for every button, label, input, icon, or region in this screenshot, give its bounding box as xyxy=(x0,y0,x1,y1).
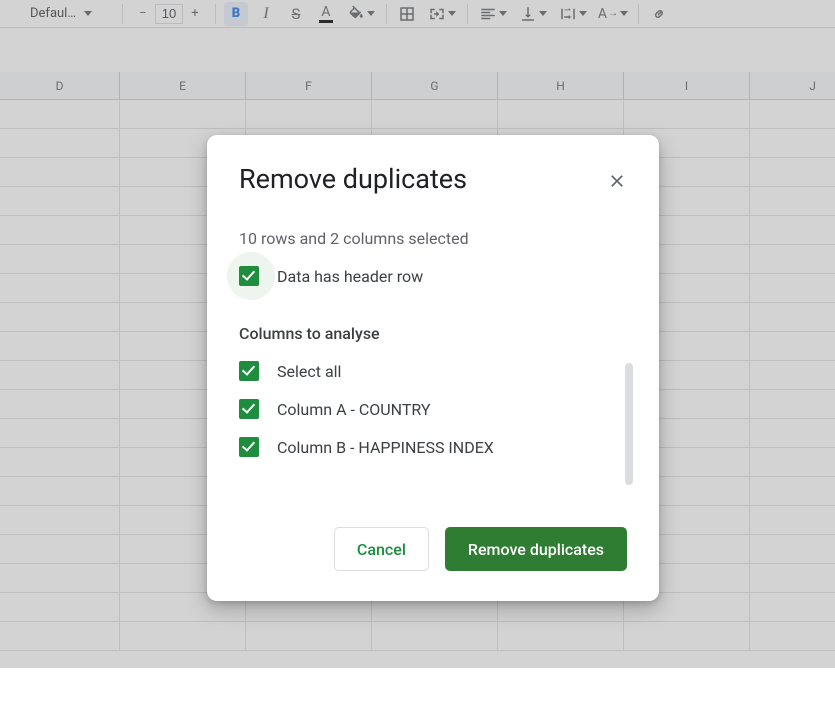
select-all-checkbox[interactable] xyxy=(239,361,259,381)
selection-summary: 10 rows and 2 columns selected xyxy=(239,229,627,248)
column-option-label: Select all xyxy=(277,362,341,381)
column-option: Column A - COUNTRY xyxy=(239,399,627,419)
dialog-footer: Cancel Remove duplicates xyxy=(334,527,627,571)
column-checkbox[interactable] xyxy=(239,399,259,419)
dialog-title: Remove duplicates xyxy=(239,163,467,195)
column-option-label: Column B - HAPPINESS INDEX xyxy=(277,438,494,457)
header-row-option: Data has header row xyxy=(239,266,627,286)
column-option-label: Column A - COUNTRY xyxy=(277,400,431,419)
scrollbar-thumb[interactable] xyxy=(625,363,633,485)
columns-section-title: Columns to analyse xyxy=(239,324,627,343)
dialog-header: Remove duplicates xyxy=(239,163,627,195)
close-button[interactable] xyxy=(603,167,631,195)
column-option-select-all: Select all xyxy=(239,361,627,381)
columns-list: Select all Column A - COUNTRY Column B -… xyxy=(239,361,627,457)
cancel-button[interactable]: Cancel xyxy=(334,527,429,571)
column-option: Column B - HAPPINESS INDEX xyxy=(239,437,627,457)
header-row-checkbox[interactable] xyxy=(239,266,259,286)
close-icon xyxy=(607,171,627,191)
remove-duplicates-button[interactable]: Remove duplicates xyxy=(445,527,627,571)
header-row-label: Data has header row xyxy=(277,267,423,286)
remove-duplicates-dialog: Remove duplicates 10 rows and 2 columns … xyxy=(207,135,659,601)
column-checkbox[interactable] xyxy=(239,437,259,457)
